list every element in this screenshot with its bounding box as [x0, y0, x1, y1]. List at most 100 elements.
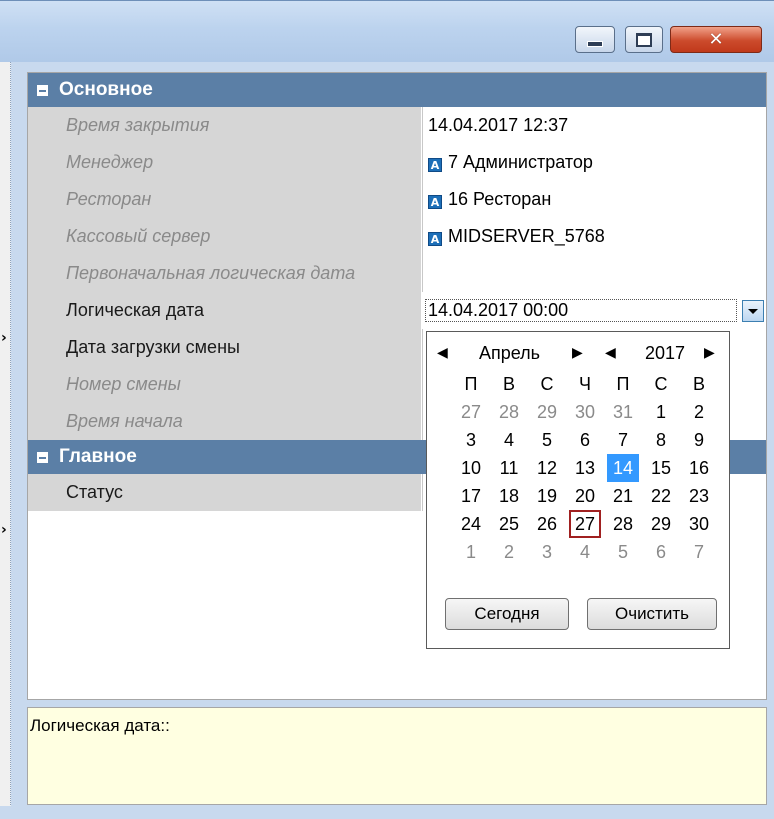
- clear-button[interactable]: Очистить: [587, 598, 717, 630]
- title-bar: ✕: [0, 0, 774, 62]
- calendar-day[interactable]: 28: [607, 510, 639, 538]
- property-value: A7 Администратор: [422, 144, 766, 181]
- property-row[interactable]: Первоначальная логическая дата: [28, 255, 766, 292]
- calendar-day[interactable]: 10: [455, 454, 487, 482]
- prev-month-icon[interactable]: ◀: [437, 340, 448, 366]
- calendar-popup: ◀ Апрель ▶ ◀ 2017 ▶ П В С Ч П С В 27 28 29 30 31 1 2 3…: [426, 331, 730, 649]
- calendar-day[interactable]: 29: [645, 510, 677, 538]
- weekday-label: П: [464, 374, 478, 394]
- weekday-label: С: [654, 374, 668, 394]
- category-header[interactable]: Основное: [28, 73, 766, 107]
- calendar-day[interactable]: 2: [493, 538, 525, 566]
- calendar-day[interactable]: 3: [531, 538, 563, 566]
- property-value: [422, 255, 766, 292]
- calendar-day[interactable]: 27: [455, 398, 487, 426]
- calendar-day[interactable]: 28: [493, 398, 525, 426]
- weekday-label: В: [692, 374, 705, 394]
- calendar-day[interactable]: 1: [645, 398, 677, 426]
- expand-arrow-icon[interactable]: ›: [1, 330, 7, 346]
- category-title: Главное: [59, 446, 137, 467]
- maximize-button[interactable]: [625, 26, 663, 53]
- calendar-day[interactable]: 29: [531, 398, 563, 426]
- calendar-day[interactable]: 19: [531, 482, 563, 510]
- property-row-logical-date[interactable]: Логическая дата 14.04.2017 00:00: [28, 292, 766, 329]
- calendar-day[interactable]: 26: [531, 510, 563, 538]
- dropdown-button[interactable]: [742, 300, 764, 322]
- calendar-day[interactable]: 13: [569, 454, 601, 482]
- calendar-day[interactable]: 4: [493, 426, 525, 454]
- property-label: Номер смены: [28, 366, 421, 403]
- calendar-day[interactable]: 21: [607, 482, 639, 510]
- weekday-label: П: [616, 374, 630, 394]
- calendar-header: ◀ Апрель ▶ ◀ 2017 ▶: [427, 340, 729, 366]
- calendar-day[interactable]: 9: [683, 426, 715, 454]
- calendar-day[interactable]: 3: [455, 426, 487, 454]
- date-editor[interactable]: 14.04.2017 00:00: [422, 292, 766, 329]
- calendar-day[interactable]: 22: [645, 482, 677, 510]
- weekday-label: В: [502, 374, 515, 394]
- calendar-day[interactable]: 30: [683, 510, 715, 538]
- weekday-label: С: [540, 374, 554, 394]
- property-label: Дата загрузки смены: [28, 329, 421, 366]
- calendar-day[interactable]: 31: [607, 398, 639, 426]
- calendar-day[interactable]: 12: [531, 454, 563, 482]
- calendar-day[interactable]: 17: [455, 482, 487, 510]
- next-month-icon[interactable]: ▶: [572, 340, 583, 366]
- year-label[interactable]: 2017: [645, 340, 695, 366]
- property-label: Статус: [28, 474, 421, 511]
- month-label[interactable]: Апрель: [479, 340, 559, 366]
- calendar-day[interactable]: 16: [683, 454, 715, 482]
- calendar-day[interactable]: 1: [455, 538, 487, 566]
- window-bottom-border: [0, 806, 774, 819]
- calendar-day[interactable]: 14: [607, 454, 639, 482]
- weekday-label: Ч: [579, 374, 591, 394]
- close-button[interactable]: ✕: [670, 26, 762, 53]
- calendar-day[interactable]: 18: [493, 482, 525, 510]
- calendar-day[interactable]: 7: [683, 538, 715, 566]
- property-row[interactable]: Время закрытия 14.04.2017 12:37: [28, 107, 766, 144]
- today-button[interactable]: Сегодня: [445, 598, 569, 630]
- entity-icon: A: [428, 195, 442, 209]
- property-label: Кассовый сервер: [28, 218, 421, 255]
- next-year-icon[interactable]: ▶: [704, 340, 715, 366]
- property-label: Менеджер: [28, 144, 421, 181]
- property-row[interactable]: Менеджер A7 Администратор: [28, 144, 766, 181]
- help-text: Логическая дата::: [30, 716, 170, 735]
- category-title: Основное: [59, 79, 153, 100]
- date-input[interactable]: 14.04.2017 00:00: [425, 299, 737, 322]
- property-row[interactable]: Кассовый сервер A MIDSERVER_5768: [28, 218, 766, 255]
- calendar-day[interactable]: 6: [569, 426, 601, 454]
- calendar-day[interactable]: 11: [493, 454, 525, 482]
- expand-arrow-icon[interactable]: ›: [1, 522, 7, 538]
- collapse-icon[interactable]: [37, 451, 48, 463]
- calendar-day[interactable]: 2: [683, 398, 715, 426]
- prev-year-icon[interactable]: ◀: [605, 340, 616, 366]
- collapse-icon[interactable]: [37, 84, 48, 96]
- property-label: Логическая дата: [28, 292, 421, 329]
- property-editor-window: ✕ › › Основное Время закрытия 14.04.2017…: [0, 0, 774, 819]
- calendar-day[interactable]: 25: [493, 510, 525, 538]
- calendar-day[interactable]: 6: [645, 538, 677, 566]
- calendar-day[interactable]: 30: [569, 398, 601, 426]
- calendar-day[interactable]: 24: [455, 510, 487, 538]
- property-label: Время начала: [28, 403, 421, 440]
- calendar-day[interactable]: 7: [607, 426, 639, 454]
- calendar-day[interactable]: 5: [531, 426, 563, 454]
- entity-icon: A: [428, 232, 442, 246]
- calendar-day[interactable]: 5: [607, 538, 639, 566]
- calendar-day[interactable]: 20: [569, 482, 601, 510]
- maximize-icon: [636, 32, 652, 47]
- close-icon: ✕: [708, 28, 724, 50]
- left-splitter[interactable]: › ›: [0, 62, 11, 819]
- property-row[interactable]: Ресторан A 16 Ресторан: [28, 181, 766, 218]
- help-panel: Логическая дата::: [27, 707, 767, 805]
- calendar-day[interactable]: 23: [683, 482, 715, 510]
- calendar-day[interactable]: 27: [569, 510, 601, 538]
- minimize-icon: [587, 40, 603, 47]
- minimize-button[interactable]: [575, 26, 615, 53]
- calendar-day[interactable]: 4: [569, 538, 601, 566]
- calendar-day[interactable]: 15: [645, 454, 677, 482]
- entity-icon: A: [428, 158, 442, 172]
- calendar-day[interactable]: 8: [645, 426, 677, 454]
- chevron-down-icon: [748, 308, 758, 314]
